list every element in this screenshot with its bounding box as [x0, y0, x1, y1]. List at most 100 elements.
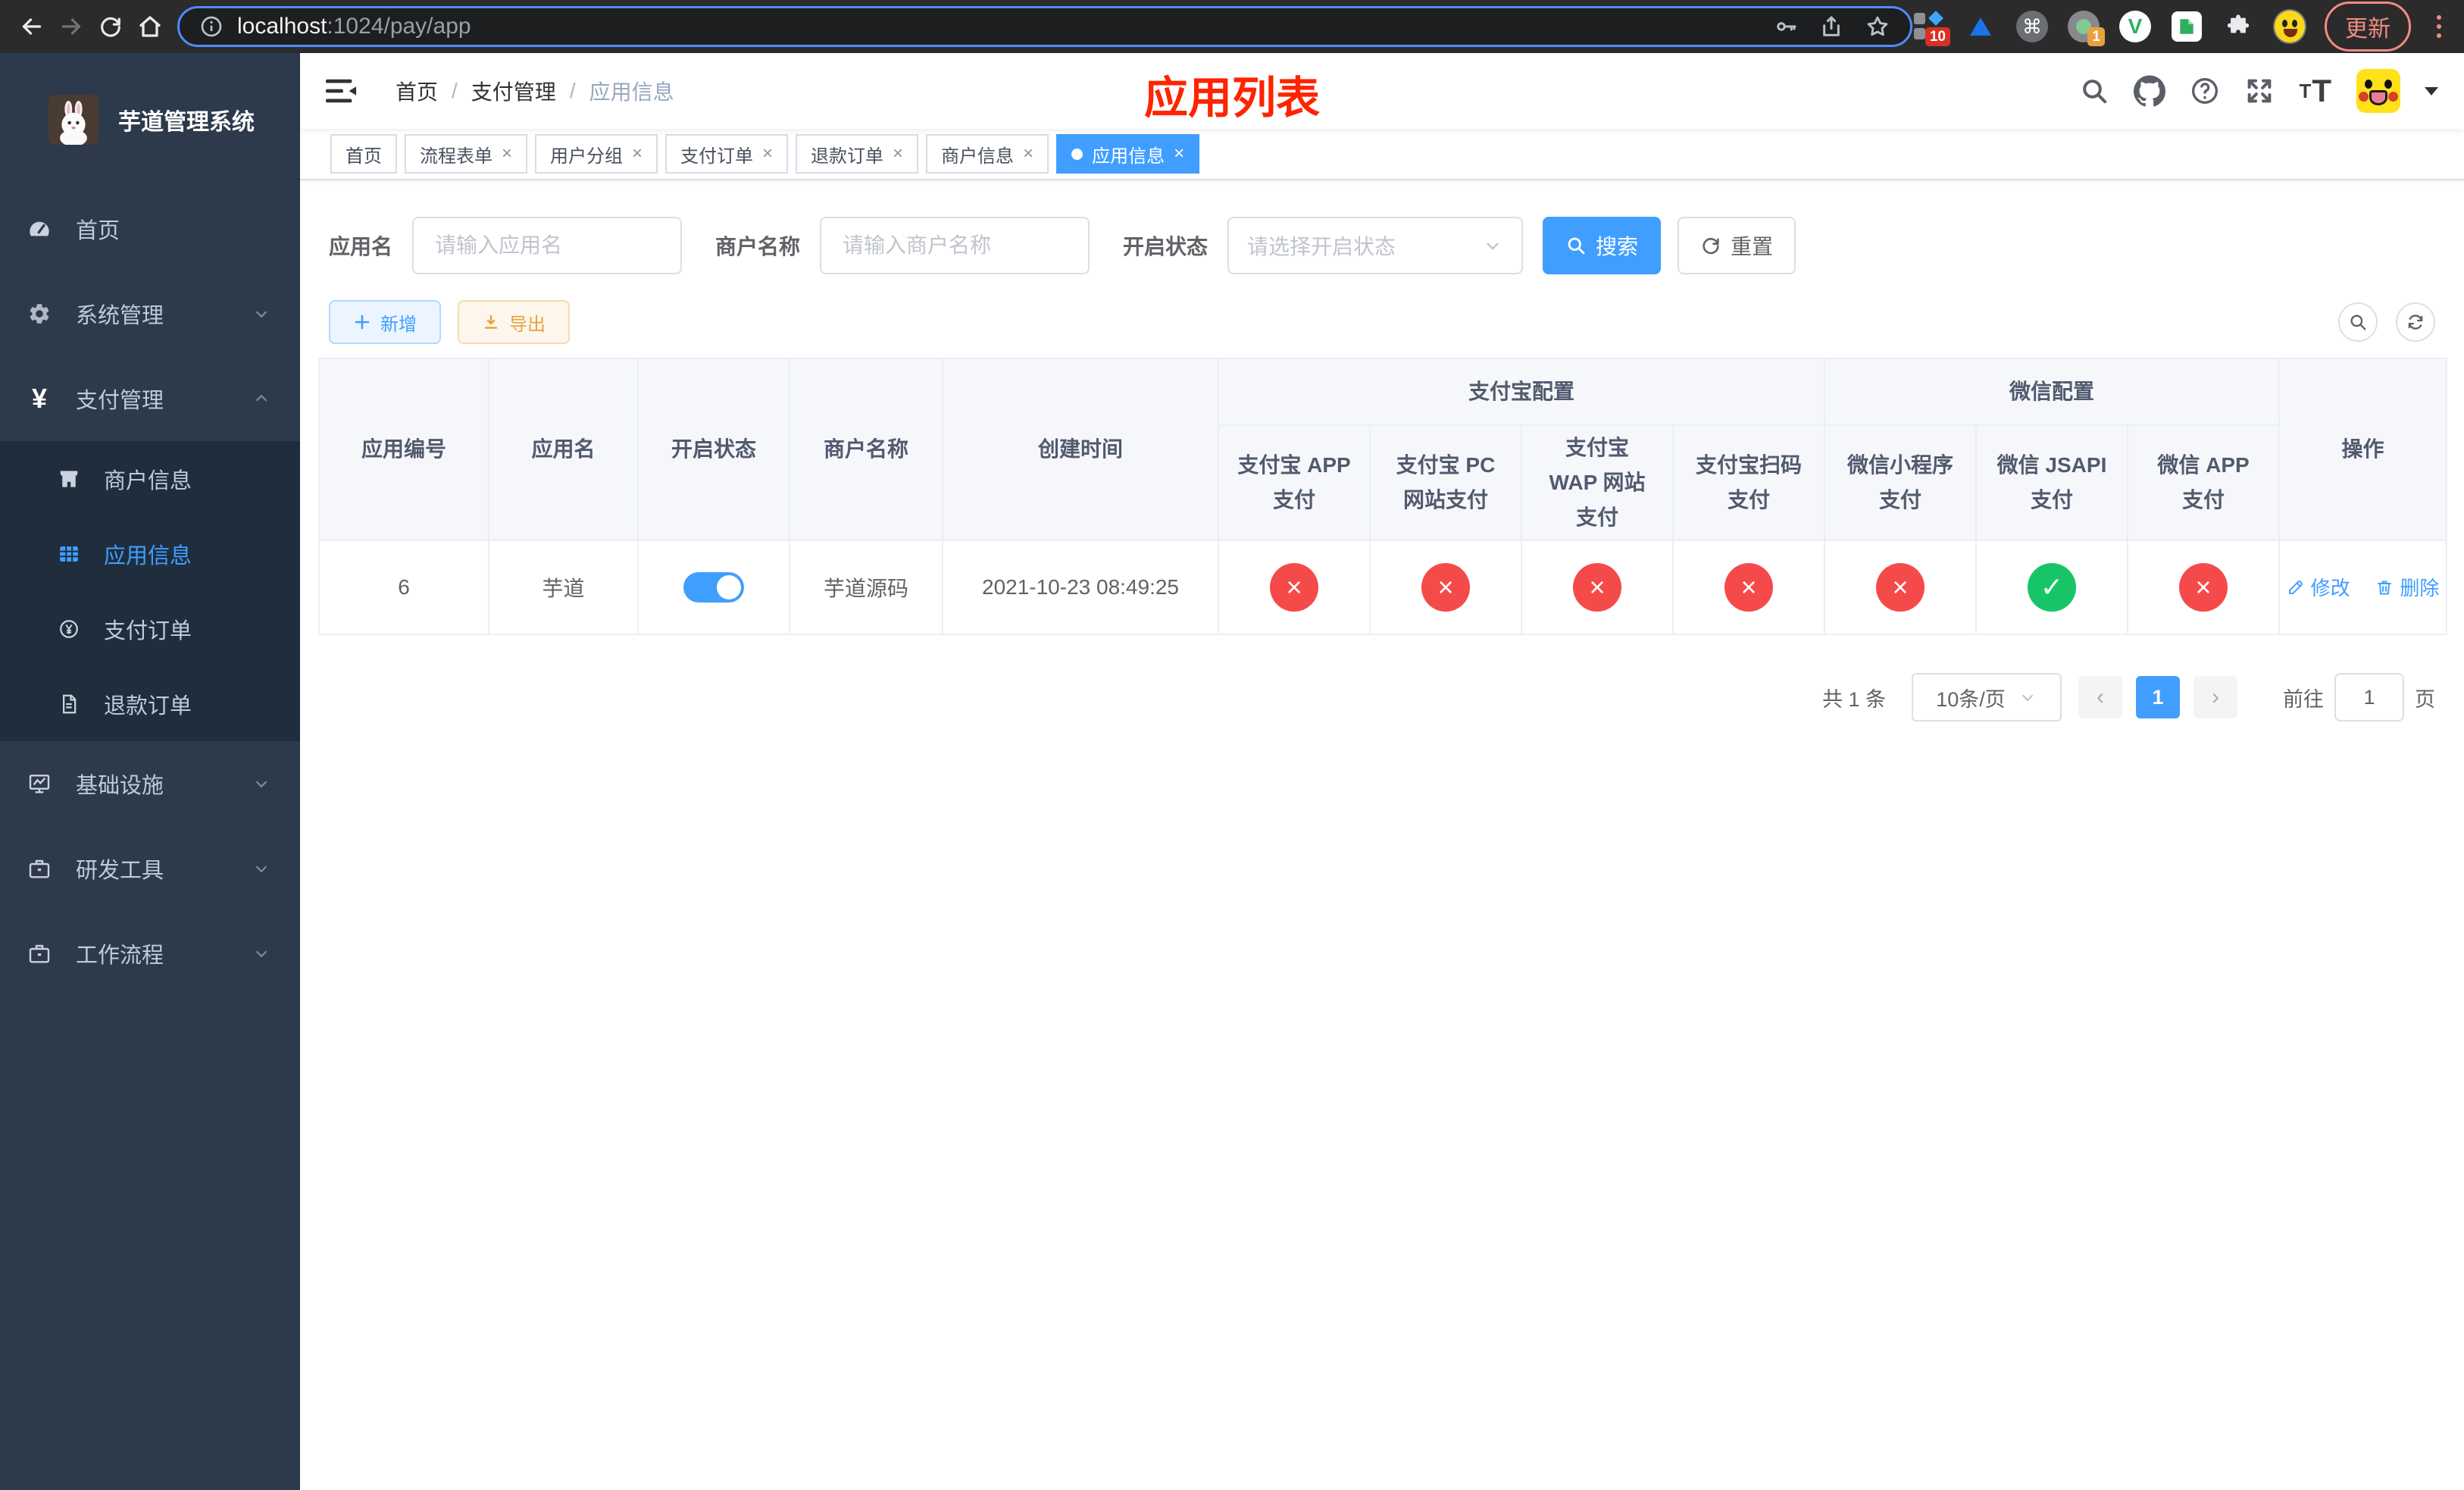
github-icon[interactable]	[2134, 75, 2166, 107]
yen-circle-icon	[57, 617, 81, 641]
col-header-alipay-wap: 支付宝 WAP 网站支付	[1521, 424, 1674, 541]
chevron-down-icon	[2018, 687, 2037, 707]
help-icon[interactable]	[2190, 76, 2220, 106]
status-toggle[interactable]	[683, 572, 744, 603]
browser-forward-button[interactable]	[52, 7, 91, 46]
chevron-down-icon	[252, 774, 271, 794]
password-key-icon[interactable]	[1774, 14, 1798, 39]
extension-command-icon[interactable]: ⌘	[2015, 10, 2049, 43]
export-button[interactable]: 导出	[458, 300, 570, 344]
merchant-name-input[interactable]	[820, 217, 1090, 274]
next-page-button[interactable]: ›	[2194, 676, 2237, 718]
sidebar-item-label: 支付订单	[104, 618, 192, 643]
search-button[interactable]: 搜索	[1543, 217, 1662, 274]
breadcrumb-payment[interactable]: 支付管理	[471, 76, 556, 106]
prev-page-button[interactable]: ‹	[2078, 676, 2122, 718]
sidebar-item-workflow[interactable]: 工作流程	[0, 911, 300, 996]
breadcrumb-home[interactable]: 首页	[396, 76, 438, 106]
sidebar-item-dev-tools[interactable]: 研发工具	[0, 826, 300, 911]
sidebar-item-app-info[interactable]: 应用信息	[0, 516, 300, 591]
extension-vue-devtools-icon[interactable]: V	[2118, 10, 2152, 43]
tags-bar: 首页 流程表单 × 用户分组 × 支付订单 × 退款订单 × 商户信息 × 应用信息 ×	[300, 129, 2464, 180]
yen-icon: ¥	[31, 383, 48, 414]
address-bar[interactable]: localhost:1024/pay/app	[177, 6, 1912, 47]
status-select[interactable]: 请选择开启状态	[1227, 217, 1524, 274]
tab-close-icon[interactable]: ×	[1023, 143, 1033, 164]
page-number-button[interactable]: 1	[2136, 676, 2180, 718]
top-navbar: 首页 / 支付管理 / 应用信息 TT	[300, 53, 2464, 129]
browser-home-button[interactable]	[130, 7, 170, 46]
sidebar-collapse-icon[interactable]	[326, 77, 358, 105]
tab-5[interactable]: 商户信息 ×	[926, 134, 1049, 174]
extensions-puzzle-icon[interactable]	[2222, 10, 2255, 43]
tab-label: 流程表单	[420, 146, 492, 167]
header-search-icon[interactable]	[2079, 76, 2109, 106]
sidebar-menu: 首页 系统管理 ¥ 支付管理 商户信息 应用信息 支付订单 退款订单 基础设施 …	[0, 186, 300, 996]
sidebar-item-merchant-info[interactable]: 商户信息	[0, 441, 300, 516]
chevron-down-icon	[252, 944, 271, 963]
col-header-wechat-jsapi: 微信 JSAPI 支付	[1975, 424, 2129, 541]
toggle-search-button[interactable]	[2338, 302, 2378, 342]
extension-tabs-icon[interactable]: 10	[1912, 10, 1950, 46]
goto-label: 前往	[2283, 687, 2324, 711]
sidebar-item-home[interactable]: 首页	[0, 186, 300, 271]
browser-profile-avatar[interactable]	[2273, 9, 2306, 44]
tab-label: 用户分组	[550, 146, 624, 167]
sidebar-item-label: 商户信息	[104, 468, 192, 493]
tab-close-icon[interactable]: ×	[632, 143, 643, 164]
tab-0[interactable]: 首页	[330, 134, 397, 174]
font-size-icon[interactable]: TT	[2299, 73, 2332, 109]
page-title: 应用列表	[1143, 74, 1321, 123]
tab-close-icon[interactable]: ×	[502, 143, 512, 164]
screen: localhost:1024/pay/app 10 ⌘ 1 V 更新 芋道管理系…	[0, 0, 2464, 1490]
sidebar-item-infra[interactable]: 基础设施	[0, 741, 300, 826]
tab-close-icon[interactable]: ×	[1174, 143, 1184, 164]
tab-close-icon[interactable]: ×	[762, 143, 773, 164]
search-form: 应用名 商户名称 开启状态 请选择开启状态 搜索	[329, 217, 2446, 274]
share-icon[interactable]	[1819, 14, 1843, 39]
extension-recorder-icon[interactable]: 1	[2067, 10, 2105, 46]
tab-4[interactable]: 退款订单 ×	[796, 134, 919, 174]
app-logo[interactable]: 芋道管理系统	[0, 53, 300, 186]
reset-button[interactable]: 重置	[1678, 217, 1796, 274]
app-name-input[interactable]	[412, 217, 683, 274]
tab-6[interactable]: 应用信息 ×	[1056, 134, 1200, 174]
browser-reload-button[interactable]	[91, 7, 130, 46]
tab-1[interactable]: 流程表单 ×	[405, 134, 528, 174]
extension-kite-icon[interactable]	[1964, 10, 1997, 43]
channel-status-cell: ×	[1218, 540, 1371, 635]
tab-3[interactable]: 支付订单 ×	[665, 134, 789, 174]
browser-menu-icon[interactable]	[2429, 15, 2449, 38]
merchant-cell: 芋道源码	[789, 540, 943, 635]
browser-toolbar: localhost:1024/pay/app 10 ⌘ 1 V 更新	[0, 0, 2464, 53]
payment-submenu: 商户信息 应用信息 支付订单 退款订单	[0, 441, 300, 741]
fullscreen-icon[interactable]	[2244, 76, 2275, 106]
col-header-actions: 操作	[2278, 358, 2448, 541]
add-button[interactable]: 新增	[329, 300, 441, 344]
app-name-cell: 芋道	[488, 540, 639, 635]
document-icon	[57, 692, 81, 716]
browser-back-button[interactable]	[12, 7, 52, 46]
chevron-down-icon	[252, 859, 271, 878]
user-avatar[interactable]	[2356, 69, 2400, 113]
goto-page-input[interactable]	[2334, 673, 2404, 722]
sidebar-item-pay-orders[interactable]: 支付订单	[0, 591, 300, 666]
page-size-select[interactable]: 10条/页	[1912, 673, 2062, 722]
bookmark-star-icon[interactable]	[1865, 14, 1890, 39]
tab-2[interactable]: 用户分组 ×	[535, 134, 658, 174]
sidebar-item-refund-orders[interactable]: 退款订单	[0, 666, 300, 741]
grid-table-icon	[57, 542, 81, 566]
edit-button[interactable]: 修改	[2287, 573, 2350, 601]
site-info-icon[interactable]	[199, 14, 224, 39]
chrome-update-button[interactable]: 更新	[2325, 2, 2411, 52]
sidebar-item-system[interactable]: 系统管理	[0, 271, 300, 356]
user-menu-caret-icon[interactable]	[2425, 86, 2438, 95]
refresh-table-button[interactable]	[2396, 302, 2435, 342]
extension-notes-icon[interactable]	[2170, 10, 2203, 43]
gear-icon	[27, 302, 52, 326]
sidebar-item-payment[interactable]: ¥ 支付管理	[0, 356, 300, 441]
col-group-alipay: 支付宝配置	[1217, 358, 1826, 426]
page-content: 应用名 商户名称 开启状态 请选择开启状态 搜索	[300, 180, 2464, 722]
delete-button[interactable]: 删除	[2375, 573, 2439, 601]
tab-close-icon[interactable]: ×	[893, 143, 903, 164]
